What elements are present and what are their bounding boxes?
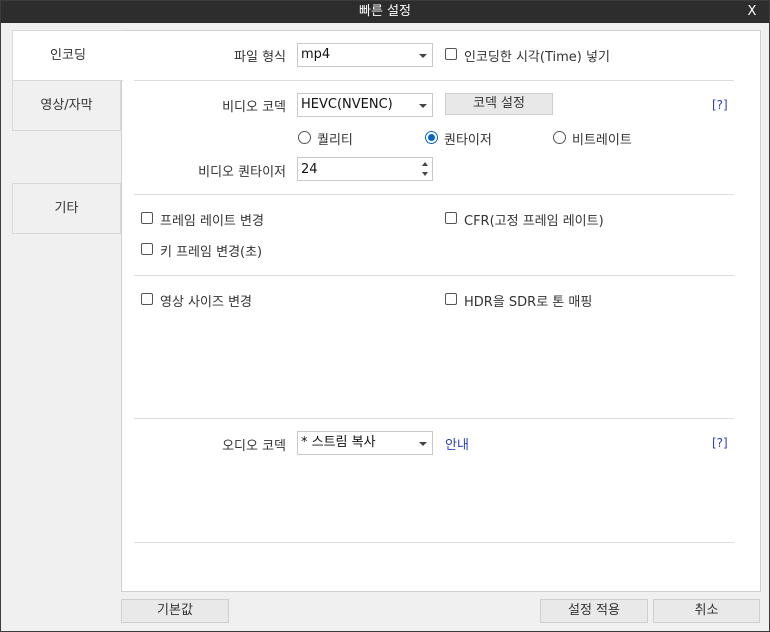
codec-settings-button[interactable]: 코덱 설정 bbox=[445, 93, 553, 115]
spin-up-icon[interactable] bbox=[422, 162, 428, 166]
video-help-link[interactable]: [?] bbox=[712, 98, 728, 112]
divider bbox=[134, 275, 734, 276]
key-frame-label: 키 프레임 변경(초) bbox=[160, 245, 263, 260]
encode-time-label: 인코딩한 시각(Time) 넣기 bbox=[464, 50, 610, 65]
divider bbox=[134, 542, 734, 543]
apply-settings-button[interactable]: 설정 적용 bbox=[540, 599, 648, 623]
spin-down-icon[interactable] bbox=[422, 172, 428, 176]
sidebar-item-label: 영상/자막 bbox=[40, 98, 93, 113]
audio-codec-select[interactable]: * 스트림 복사 bbox=[297, 431, 433, 455]
chevron-down-icon bbox=[419, 442, 427, 446]
audio-codec-value: * 스트림 복사 bbox=[301, 435, 376, 450]
quick-settings-window: 빠른 설정 X 인코딩 영상/자막 기타 파일 형식 mp4 인코딩한 시각(T… bbox=[0, 0, 770, 632]
quantizer-input[interactable] bbox=[298, 158, 408, 180]
default-button[interactable]: 기본값 bbox=[121, 599, 229, 623]
audio-help-link[interactable]: [?] bbox=[712, 436, 728, 450]
radio-quantizer[interactable] bbox=[425, 131, 438, 144]
audio-guide-link[interactable]: 안내 bbox=[445, 434, 469, 453]
radio-quantizer-label: 퀀타이저 bbox=[444, 133, 492, 148]
resize-label: 영상 사이즈 변경 bbox=[160, 295, 252, 310]
quantizer-label: 비디오 퀀타이저 bbox=[198, 165, 286, 180]
file-format-label: 파일 형식 bbox=[234, 50, 286, 65]
divider bbox=[134, 194, 734, 195]
resize-checkbox[interactable] bbox=[141, 293, 153, 305]
hdr-tonemap-checkbox[interactable] bbox=[445, 293, 457, 305]
sidebar-item-label: 인코딩 bbox=[50, 48, 86, 63]
cfr-label: CFR(고정 프레임 레이트) bbox=[464, 214, 604, 229]
frame-rate-change-label: 프레임 레이트 변경 bbox=[160, 214, 264, 229]
radio-bitrate[interactable] bbox=[553, 131, 566, 144]
radio-bitrate-label: 비트레이트 bbox=[572, 133, 632, 148]
sidebar-item-encoding[interactable]: 인코딩 bbox=[12, 30, 123, 81]
radio-quality[interactable] bbox=[298, 131, 311, 144]
divider bbox=[134, 80, 734, 81]
audio-codec-label: 오디오 코덱 bbox=[222, 439, 286, 454]
frame-rate-change-checkbox[interactable] bbox=[141, 212, 153, 224]
divider bbox=[134, 418, 734, 419]
sidebar-item-video-subtitle[interactable]: 영상/자막 bbox=[12, 80, 121, 131]
chevron-down-icon bbox=[419, 54, 427, 58]
video-codec-select[interactable]: HEVC(NVENC) bbox=[297, 93, 433, 117]
radio-quality-label: 퀄리티 bbox=[317, 133, 353, 148]
window-title: 빠른 설정 bbox=[359, 4, 411, 19]
video-codec-value: HEVC(NVENC) bbox=[301, 97, 393, 112]
file-format-value: mp4 bbox=[301, 47, 331, 62]
cfr-checkbox[interactable] bbox=[445, 212, 457, 224]
encoding-panel: 파일 형식 mp4 인코딩한 시각(Time) 넣기 비디오 코덱 HEVC(N… bbox=[121, 30, 761, 592]
quantizer-stepper[interactable] bbox=[297, 157, 433, 181]
hdr-tonemap-label: HDR을 SDR로 톤 매핑 bbox=[464, 295, 593, 310]
cancel-button[interactable]: 취소 bbox=[653, 599, 760, 623]
file-format-select[interactable]: mp4 bbox=[297, 43, 433, 67]
sidebar-item-misc[interactable]: 기타 bbox=[12, 183, 121, 234]
key-frame-checkbox[interactable] bbox=[141, 243, 153, 255]
close-button[interactable]: X bbox=[743, 1, 761, 23]
sidebar-item-label: 기타 bbox=[54, 201, 79, 216]
chevron-down-icon bbox=[419, 104, 427, 108]
video-codec-label: 비디오 코덱 bbox=[222, 100, 286, 115]
encode-time-checkbox[interactable] bbox=[445, 48, 457, 60]
title-bar[interactable]: 빠른 설정 X bbox=[1, 1, 769, 23]
